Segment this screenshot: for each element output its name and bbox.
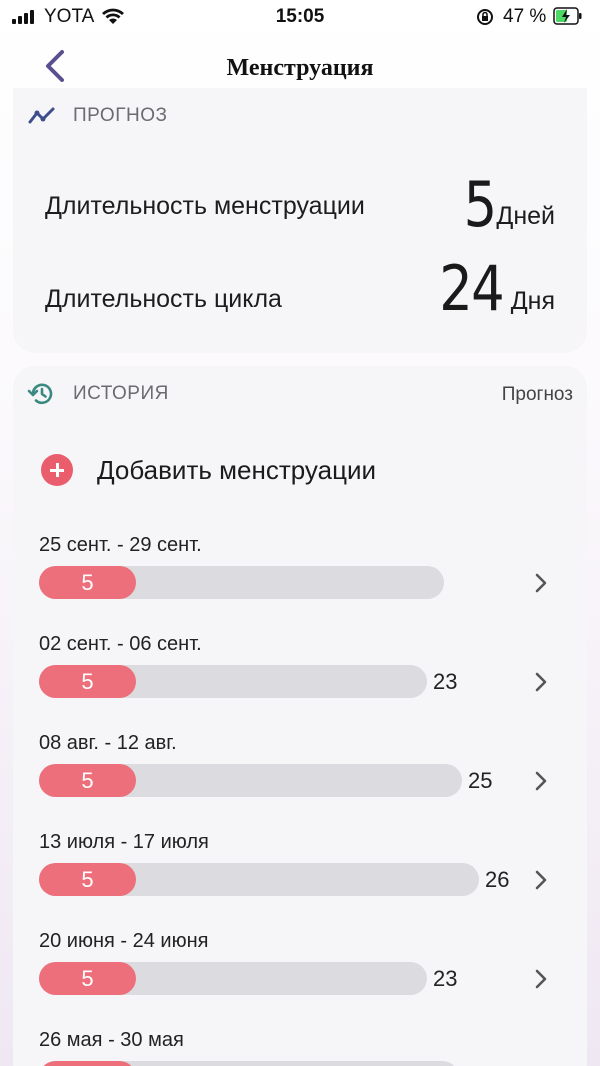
period-dates: 20 июня - 24 июня <box>39 930 209 952</box>
chevron-right-icon <box>535 870 547 890</box>
battery-percent: 47 % <box>503 6 547 27</box>
forecast-link[interactable]: Прогноз <box>502 384 573 406</box>
forecast-section-title: ПРОГНОЗ <box>73 105 168 126</box>
battery-charging-icon <box>553 7 582 25</box>
chevron-right-icon <box>535 672 547 692</box>
history-clock-icon <box>27 383 53 405</box>
chevron-right-icon <box>535 771 547 791</box>
period-dates: 25 сент. - 29 сент. <box>39 534 202 556</box>
forecast-card: ПРОГНОЗ Длительность менструации 5 Дней … <box>13 88 587 353</box>
period-duration-bar: 5 <box>39 962 136 995</box>
cycle-bar: 5 <box>39 566 444 599</box>
period-row[interactable]: 26 мая - 30 мая 5 <box>13 1029 587 1066</box>
page-title: Менструация <box>226 55 374 81</box>
plus-circle-icon <box>41 454 73 486</box>
trend-line-icon <box>28 107 55 124</box>
add-period-label: Добавить менструации <box>97 454 377 485</box>
period-duration-bar: 5 <box>39 665 136 698</box>
cycle-length-value: 24 <box>439 252 504 325</box>
history-header: ИСТОРИЯ <box>27 382 169 406</box>
period-length-value: 5 <box>463 168 497 241</box>
period-duration-bar: 5 <box>39 566 136 599</box>
period-dates: 02 сент. - 06 сент. <box>39 633 202 655</box>
period-duration-bar: 5 <box>39 863 136 896</box>
chevron-right-icon <box>535 573 547 593</box>
cycle-bar: 5 <box>39 764 462 797</box>
period-row[interactable]: 13 июля - 17 июля 5 26 <box>13 831 587 921</box>
cycle-length-label: Длительность цикла <box>45 285 282 313</box>
cycle-bar: 5 <box>39 665 427 698</box>
history-section-title: ИСТОРИЯ <box>73 383 169 404</box>
period-row[interactable]: 20 июня - 24 июня 5 23 <box>13 930 587 1020</box>
cycle-length: 23 <box>433 966 458 991</box>
cycle-bar: 5 <box>39 962 427 995</box>
cycle-bar: 5 <box>39 863 479 896</box>
period-row[interactable]: 08 авг. - 12 авг. 5 25 <box>13 732 587 822</box>
period-dates: 26 мая - 30 мая <box>39 1029 184 1051</box>
cycle-length: 23 <box>433 669 458 694</box>
period-dates: 08 авг. - 12 авг. <box>39 732 177 754</box>
forecast-header: ПРОГНОЗ <box>27 104 167 128</box>
history-card: ИСТОРИЯ Прогноз Добавить менструации 25 … <box>13 366 587 1066</box>
period-row[interactable]: 25 сент. - 29 сент. 5 <box>13 534 587 624</box>
chevron-right-icon <box>535 969 547 989</box>
period-length-label: Длительность менструации <box>45 192 365 220</box>
cycle-length: 25 <box>468 768 493 793</box>
cycle-length: 26 <box>485 867 510 892</box>
add-period-button[interactable]: Добавить менструации <box>41 454 376 486</box>
status-bar: YOTA 15:05 47 % <box>0 0 600 34</box>
rotation-lock-icon <box>477 9 493 25</box>
period-length-unit: Дней <box>496 202 555 230</box>
period-duration-bar: 5 <box>39 1061 136 1066</box>
period-dates: 13 июля - 17 июля <box>39 831 209 853</box>
cycle-bar: 5 <box>39 1061 459 1066</box>
cycle-length-unit: Дня <box>510 287 555 315</box>
period-duration-bar: 5 <box>39 764 136 797</box>
period-row[interactable]: 02 сент. - 06 сент. 5 23 <box>13 633 587 723</box>
